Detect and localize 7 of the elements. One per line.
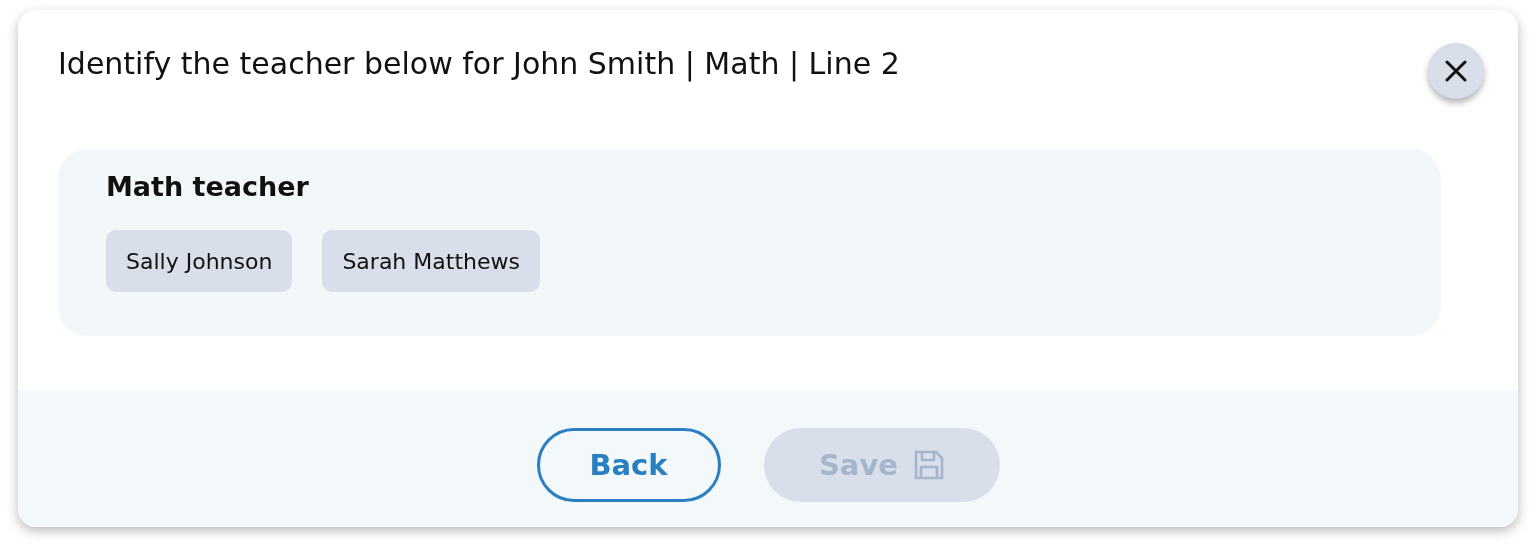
teacher-option[interactable]: Sarah Matthews	[322, 230, 540, 292]
group-heading: Math teacher	[106, 171, 310, 202]
close-icon	[1445, 60, 1467, 82]
dialog-title: Identify the teacher below for John Smith | Math | Line 2	[58, 46, 900, 81]
back-button[interactable]: Back	[536, 427, 721, 502]
teacher-option[interactable]: Sally Johnson	[106, 230, 293, 292]
close-button[interactable]	[1428, 43, 1484, 99]
